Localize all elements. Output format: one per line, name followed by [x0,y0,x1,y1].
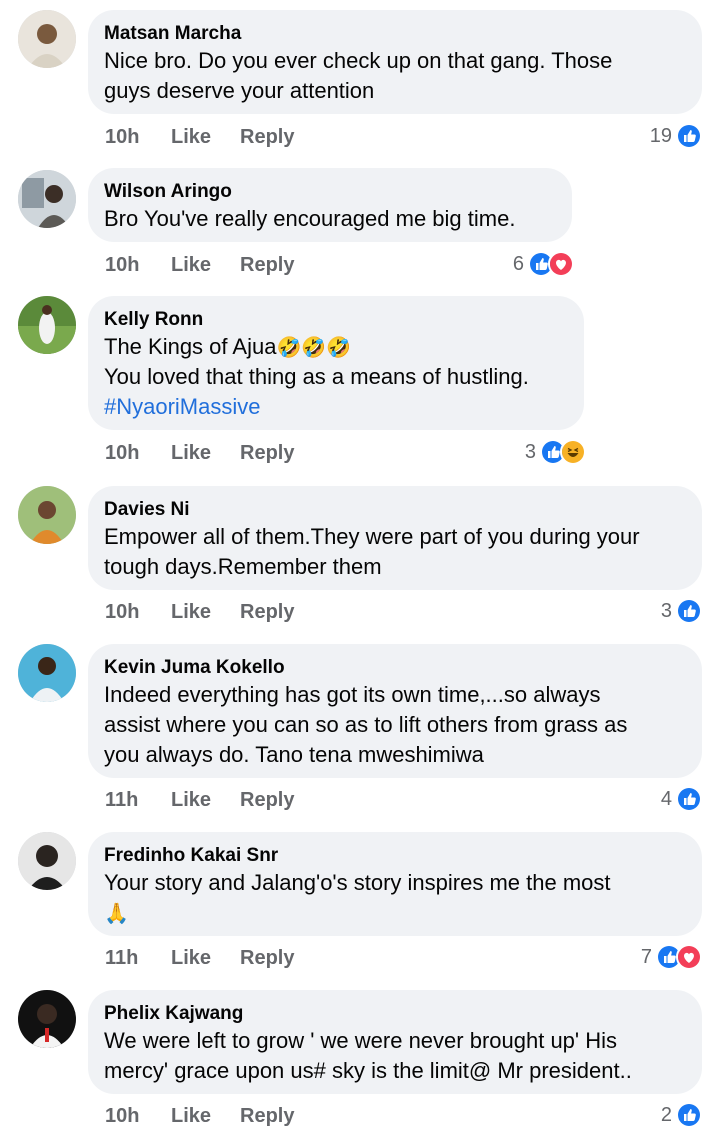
reply-button[interactable]: Reply [240,126,294,149]
comment-bubble: Fredinho Kakai Snr Your story and Jalang… [88,832,702,936]
comment-bubble: Phelix Kajwang We were left to grow ' we… [88,990,702,1094]
comment-actions: 10h Like Reply [105,1101,294,1126]
comment-bubble: Davies Ni Empower all of them.They were … [88,486,702,590]
reaction-count: 7 [640,945,652,968]
comment-bubble: Kelly Ronn The Kings of Ajua🤣🤣🤣 You love… [88,296,584,430]
reaction-summary[interactable]: 2 [661,1100,702,1126]
folded-hands-emoji: 🙏 [104,901,129,925]
like-icon [676,786,702,812]
love-icon [548,251,574,277]
comment-actions: 10h Like Reply [105,122,294,152]
comment-author[interactable]: Phelix Kajwang [104,1002,684,1026]
comment-text-line: You loved that thing as a means of hustl… [104,364,529,389]
like-button[interactable]: Like [171,254,240,277]
comment-actions: 10h Like Reply [105,250,294,280]
comment-actions: 11h Like Reply [105,785,294,815]
comment-text: Indeed everything has got its own time,.… [104,682,628,767]
comment-time[interactable]: 11h [105,947,171,970]
like-icon [676,598,702,624]
comment-bubble: Matsan Marcha Nice bro. Do you ever chec… [88,10,702,114]
comment-actions: 10h Like Reply [105,597,294,627]
comment-text: The Kings of Ajua🤣🤣🤣 [104,332,566,362]
comment-time[interactable]: 11h [105,789,171,812]
reaction-summary[interactable]: 7 [641,942,702,972]
avatar[interactable] [18,990,76,1048]
reaction-summary[interactable]: 3 [525,437,586,467]
haha-icon [560,439,586,465]
avatar[interactable] [18,170,76,228]
reaction-count: 6 [512,252,524,275]
reply-button[interactable]: Reply [240,601,294,624]
avatar[interactable] [18,296,76,354]
reaction-summary[interactable]: 6 [513,249,574,279]
comment-time[interactable]: 10h [105,442,171,465]
comment-text: Your story and Jalang'o's story inspires… [104,870,611,895]
reaction-count: 19 [649,124,672,147]
avatar[interactable] [18,644,76,702]
reaction-summary[interactable]: 19 [650,121,702,151]
comment-text-line: The Kings of Ajua [104,334,277,359]
reply-button[interactable]: Reply [240,254,294,277]
comment-text: Bro You've really encouraged me big time… [104,206,516,231]
reply-button[interactable]: Reply [240,1105,294,1126]
like-icon [676,1102,702,1126]
reaction-count: 3 [660,599,672,622]
reaction-summary[interactable]: 3 [661,596,702,626]
comment-author[interactable]: Kelly Ronn [104,308,566,332]
hashtag-link[interactable]: #NyaoriMassive [104,392,566,422]
comment-actions: 10h Like Reply [105,438,294,468]
like-button[interactable]: Like [171,601,240,624]
reaction-summary[interactable]: 4 [661,784,702,814]
comment-author[interactable]: Kevin Juma Kokello [104,656,684,680]
like-button[interactable]: Like [171,947,240,970]
avatar[interactable] [18,832,76,890]
comment-author[interactable]: Wilson Aringo [104,180,554,204]
comment-actions: 11h Like Reply [105,943,294,973]
like-button[interactable]: Like [171,126,240,149]
comment-author[interactable]: Fredinho Kakai Snr [104,844,684,868]
comment-author[interactable]: Matsan Marcha [104,22,684,46]
reaction-count: 3 [524,440,536,463]
avatar[interactable] [18,486,76,544]
comment-time[interactable]: 10h [105,126,171,149]
comment-text: Nice bro. Do you ever check up on that g… [104,48,613,103]
comment-text: Empower all of them.They were part of yo… [104,524,640,579]
reaction-count: 4 [660,787,672,810]
love-icon [676,944,702,970]
comment-bubble: Wilson Aringo Bro You've really encourag… [88,168,572,242]
like-button[interactable]: Like [171,442,240,465]
like-button[interactable]: Like [171,789,240,812]
reaction-count: 2 [660,1103,672,1126]
comment-author[interactable]: Davies Ni [104,498,684,522]
reply-button[interactable]: Reply [240,947,294,970]
reply-button[interactable]: Reply [240,442,294,465]
reply-button[interactable]: Reply [240,789,294,812]
comment-time[interactable]: 10h [105,1105,171,1126]
avatar[interactable] [18,10,76,68]
comment-time[interactable]: 10h [105,601,171,624]
comment-text: We were left to grow ' we were never bro… [104,1028,632,1083]
like-button[interactable]: Like [171,1105,240,1126]
rofl-emoji: 🤣🤣🤣 [276,335,352,359]
comment-time[interactable]: 10h [105,254,171,277]
comment-bubble: Kevin Juma Kokello Indeed everything has… [88,644,702,778]
like-icon [676,123,702,149]
